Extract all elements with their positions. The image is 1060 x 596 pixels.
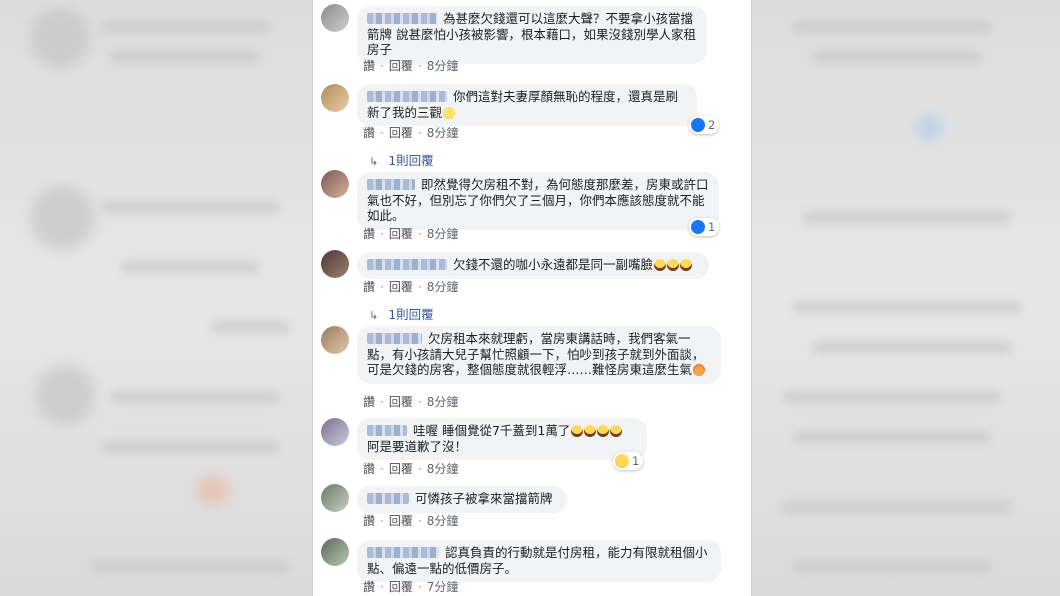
comment-actions: 讚 · 回覆 · 8分鐘 (363, 126, 459, 140)
comment-actions: 讚 · 回覆 · 8分鐘 (363, 280, 459, 294)
comment-text: 可憐孩子被拿來當擋箭牌 (415, 491, 553, 506)
comment-actions: 讚 · 回覆 · 8分鐘 (363, 227, 459, 241)
blurred-author-name[interactable] (367, 493, 409, 504)
comment-bubble: 認真負責的行動就是付房租，能力有限就租個小點、偏遠一點的低價房子。 (357, 540, 721, 582)
reply-link[interactable]: 回覆 (389, 126, 413, 140)
comment-text: 哇喔 睡個覺從7千蓋到1萬了 (413, 423, 571, 438)
joy-emoji-icon (610, 425, 623, 437)
timestamp[interactable]: 8分鐘 (427, 227, 459, 241)
reaction-count[interactable]: 1 (689, 218, 720, 236)
rofl-emoji-icon (654, 259, 667, 271)
comment-bubble: 你們這對夫妻厚顏無恥的程度，還真是刷新了我的三觀 (357, 84, 697, 126)
timestamp[interactable]: 8分鐘 (427, 395, 459, 409)
reaction-count[interactable]: 2 (689, 116, 720, 134)
comments-panel: 為甚麼欠錢還可以這麼大聲？不要拿小孩當擋箭牌 說甚麼怕小孩被影響，根本藉口，如果… (312, 0, 752, 596)
comment-bubble: 哇喔 睡個覺從7千蓋到1萬了 阿是要道歉了沒！ (357, 418, 647, 460)
like-link[interactable]: 讚 (363, 580, 375, 594)
comment-actions: 讚 · 回覆 · 8分鐘 (363, 514, 459, 528)
reply-arrow-icon: ↳ (369, 309, 379, 322)
reply-arrow-icon: ↳ (369, 155, 379, 168)
view-replies-link[interactable]: ↳ 1則回覆 (369, 150, 434, 169)
comment-bubble: 即然覺得欠房租不對，為何態度那麼差，房東或許口氣也不好，但別忘了你們欠了三個月，… (357, 172, 719, 230)
blurred-author-name[interactable] (367, 333, 422, 344)
blurred-author-name[interactable] (367, 259, 447, 270)
sweat-smile-emoji-icon (443, 106, 456, 119)
like-reaction-icon (691, 220, 705, 234)
joy-emoji-icon (584, 425, 597, 437)
like-link[interactable]: 讚 (363, 280, 375, 294)
comment-bubble: 欠房租本來就理虧，當房東講話時，我們客氣一點，有小孩請大兒子幫忙照顧一下，怕吵到… (357, 326, 721, 384)
angry-emoji-icon (693, 364, 706, 376)
timestamp[interactable]: 8分鐘 (427, 59, 459, 73)
comment-text: 即然覺得欠房租不對，為何態度那麼差，房東或許口氣也不好，但別忘了你們欠了三個月，… (367, 177, 709, 223)
joy-emoji-icon (597, 425, 610, 437)
timestamp[interactable]: 8分鐘 (427, 462, 459, 476)
timestamp[interactable]: 8分鐘 (427, 126, 459, 140)
blurred-background-left (0, 0, 312, 596)
rofl-emoji-icon (667, 259, 680, 271)
reply-link[interactable]: 回覆 (389, 514, 413, 528)
blurred-author-name[interactable] (367, 547, 439, 558)
rofl-emoji-icon (680, 259, 693, 271)
comment-actions: 讚 · 回覆 · 8分鐘 (363, 395, 459, 409)
view-replies-link[interactable]: ↳ 1則回覆 (369, 304, 434, 323)
reply-link[interactable]: 回覆 (389, 59, 413, 73)
avatar[interactable] (321, 484, 349, 512)
comment-actions: 讚 · 回覆 · 8分鐘 (363, 462, 459, 476)
reply-link[interactable]: 回覆 (389, 580, 413, 594)
avatar[interactable] (321, 170, 349, 198)
avatar[interactable] (321, 418, 349, 446)
reaction-count[interactable]: 1 (613, 452, 644, 470)
avatar[interactable] (321, 250, 349, 278)
avatar[interactable] (321, 326, 349, 354)
blurred-background-right (752, 0, 1060, 596)
avatar[interactable] (321, 538, 349, 566)
avatar[interactable] (321, 84, 349, 112)
blurred-author-name[interactable] (367, 91, 447, 102)
blurred-author-name[interactable] (367, 425, 407, 436)
comment-actions: 讚 · 回覆 · 7分鐘 (363, 580, 459, 594)
reply-link[interactable]: 回覆 (389, 462, 413, 476)
comment-bubble: 為甚麼欠錢還可以這麼大聲？不要拿小孩當擋箭牌 說甚麼怕小孩被影響，根本藉口，如果… (357, 6, 707, 64)
haha-reaction-icon (615, 454, 629, 468)
reply-link[interactable]: 回覆 (389, 395, 413, 409)
avatar[interactable] (321, 4, 349, 32)
like-link[interactable]: 讚 (363, 514, 375, 528)
timestamp[interactable]: 8分鐘 (427, 280, 459, 294)
like-link[interactable]: 讚 (363, 59, 375, 73)
comment-bubble: 欠錢不還的咖小永遠都是同一副嘴臉 (357, 252, 709, 279)
timestamp[interactable]: 8分鐘 (427, 514, 459, 528)
reply-link[interactable]: 回覆 (389, 227, 413, 241)
like-link[interactable]: 讚 (363, 395, 375, 409)
comment-text: 欠錢不還的咖小永遠都是同一副嘴臉 (453, 257, 654, 272)
comment-actions: 讚 · 回覆 · 8分鐘 (363, 59, 459, 73)
like-reaction-icon (691, 118, 705, 132)
blurred-author-name[interactable] (367, 179, 415, 190)
joy-emoji-icon (571, 425, 584, 437)
like-link[interactable]: 讚 (363, 126, 375, 140)
blurred-author-name[interactable] (367, 13, 437, 24)
comment-bubble: 可憐孩子被拿來當擋箭牌 (357, 486, 567, 513)
like-link[interactable]: 讚 (363, 227, 375, 241)
like-link[interactable]: 讚 (363, 462, 375, 476)
timestamp[interactable]: 7分鐘 (427, 580, 459, 594)
reply-link[interactable]: 回覆 (389, 280, 413, 294)
comment-text-line2: 阿是要道歉了沒！ (367, 438, 468, 454)
